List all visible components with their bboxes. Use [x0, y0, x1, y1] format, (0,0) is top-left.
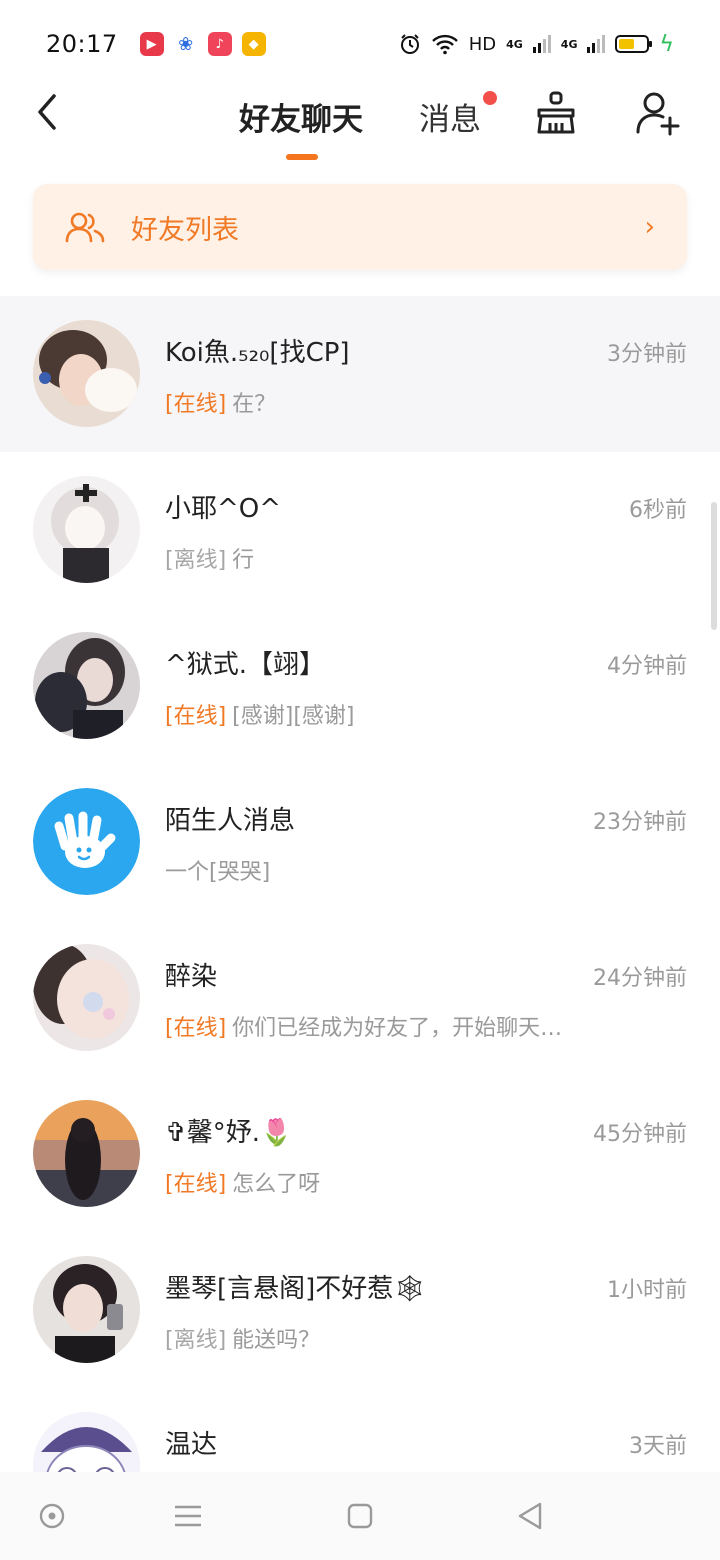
scrollbar[interactable] [711, 502, 717, 630]
chat-time: 45分钟前 [593, 1122, 687, 1147]
alarm-icon [400, 34, 419, 54]
online-status: [在线] [165, 1172, 227, 1197]
chat-time: 24分钟前 [593, 966, 687, 991]
chat-row[interactable]: Koi魚.₅₂₀[找CP] 3分钟前 [在线] 在？ [0, 296, 720, 452]
avatar [33, 1256, 140, 1363]
chat-row[interactable]: 温达 3天前 [0, 1388, 720, 1472]
menu-button[interactable] [172, 1500, 204, 1532]
friends-icon [65, 212, 105, 243]
chat-preview: [离线] 能送吗？ [165, 1322, 320, 1354]
avatar [33, 632, 140, 739]
chat-name: 温达 [165, 1430, 218, 1460]
chat-row[interactable]: 陌生人消息 23分钟前 一个[哭哭] [0, 764, 720, 920]
baidu-paw-icon: ❀ [173, 32, 198, 56]
chat-name: 醉染 [165, 962, 218, 992]
unread-badge [483, 91, 497, 105]
online-status: [在线] [165, 1016, 227, 1041]
clean-broom-button[interactable] [533, 90, 579, 136]
signal-1-label: 4G [506, 37, 523, 51]
last-message: 怎么了呀 [232, 1172, 321, 1197]
chat-preview: [在线] 怎么了呀 [165, 1166, 320, 1198]
offline-status: [离线] [165, 1328, 227, 1353]
chat-time: 1小时前 [607, 1278, 687, 1303]
chat-preview: [在线] 在？ [165, 386, 276, 418]
online-status: [在线] [165, 704, 227, 729]
home-button[interactable] [344, 1500, 376, 1532]
video-app-icon: ▶ [139, 32, 164, 56]
assistant-button[interactable] [36, 1500, 68, 1532]
chat-time: 23分钟前 [593, 810, 687, 835]
status-notification-icons: ▶ ❀ ♪ ◆ [139, 32, 266, 56]
status-right-icons: HD 4G 4G ϟ [399, 32, 674, 57]
chat-preview: [离线] 行 [165, 542, 254, 574]
tab-messages[interactable]: 消息 [419, 94, 481, 139]
chat-name: ^狱式.【翊】 [165, 650, 326, 680]
last-message: 一个[哭哭] [165, 860, 271, 885]
chat-time: 3天前 [629, 1434, 687, 1459]
status-time: 20:17 [46, 30, 118, 58]
chat-row[interactable]: ^狱式.【翊】 4分钟前 [在线] [感谢][感谢] [0, 608, 720, 764]
back-nav-button[interactable] [514, 1500, 546, 1532]
signal-1-bars-icon [532, 35, 551, 53]
wifi-icon [431, 34, 458, 55]
add-friend-button[interactable] [634, 90, 680, 136]
offline-status: [离线] [165, 548, 227, 573]
chat-preview: 一个[哭哭] [165, 854, 270, 886]
signal-2-label: 4G [560, 37, 578, 51]
chevron-right-icon: › [644, 212, 655, 242]
chat-preview: [在线] [感谢][感谢] [165, 698, 355, 730]
hd-label: HD [468, 33, 497, 55]
chat-time: 4分钟前 [607, 654, 687, 679]
music-app-icon: ♪ [207, 32, 232, 56]
chat-name: 墨琴[言悬阁]不好惹🕸 [165, 1274, 427, 1304]
status-bar: 20:17 ▶ ❀ ♪ ◆ HD 4G 4G ϟ [0, 0, 720, 88]
shop-app-icon: ◆ [241, 32, 266, 56]
avatar [33, 476, 140, 583]
chat-name: Koi魚.₅₂₀[找CP] [165, 338, 350, 368]
chat-row[interactable]: 小耶^O^ 6秒前 [离线] 行 [0, 452, 720, 608]
chat-preview: [在线] 你们已经成为好友了，开始聊天… [165, 1010, 562, 1042]
battery-icon [615, 35, 653, 53]
chat-time: 3分钟前 [607, 342, 687, 367]
last-message: 行 [232, 548, 255, 573]
online-status: [在线] [165, 392, 227, 417]
chat-time: 6秒前 [629, 498, 687, 523]
tab-friend-chat[interactable]: 好友聊天 [239, 94, 363, 139]
friend-list-label: 好友列表 [131, 214, 239, 246]
chat-name: 陌生人消息 [165, 806, 296, 836]
friend-list-banner[interactable]: 好友列表 › [33, 184, 687, 270]
stranger-avatar [33, 788, 140, 895]
active-tab-indicator [286, 154, 318, 160]
last-message: [感谢][感谢] [232, 704, 355, 729]
avatar [33, 944, 140, 1051]
top-nav: 好友聊天 消息 [0, 88, 720, 168]
chat-name: 小耶^O^ [165, 494, 282, 524]
last-message: 在？ [232, 392, 277, 417]
chat-name: ✞馨°妤.🌷 [165, 1118, 293, 1148]
last-message: 能送吗？ [232, 1328, 321, 1353]
back-button[interactable] [30, 88, 70, 136]
chat-row[interactable]: 醉染 24分钟前 [在线] 你们已经成为好友了，开始聊天… [0, 920, 720, 1076]
system-nav-bar [0, 1472, 720, 1560]
avatar [33, 320, 140, 427]
last-message: 你们已经成为好友了，开始聊天… [232, 1016, 563, 1041]
signal-2-bars-icon [587, 35, 606, 53]
chat-row[interactable]: 墨琴[言悬阁]不好惹🕸 1小时前 [离线] 能送吗？ [0, 1232, 720, 1388]
charging-icon: ϟ [659, 31, 674, 57]
chat-list: Koi魚.₅₂₀[找CP] 3分钟前 [在线] 在？ 小耶^O^ 6秒前 [离线]… [0, 296, 720, 1472]
avatar [33, 1100, 140, 1207]
chat-row[interactable]: ✞馨°妤.🌷 45分钟前 [在线] 怎么了呀 [0, 1076, 720, 1232]
avatar [33, 1412, 140, 1472]
